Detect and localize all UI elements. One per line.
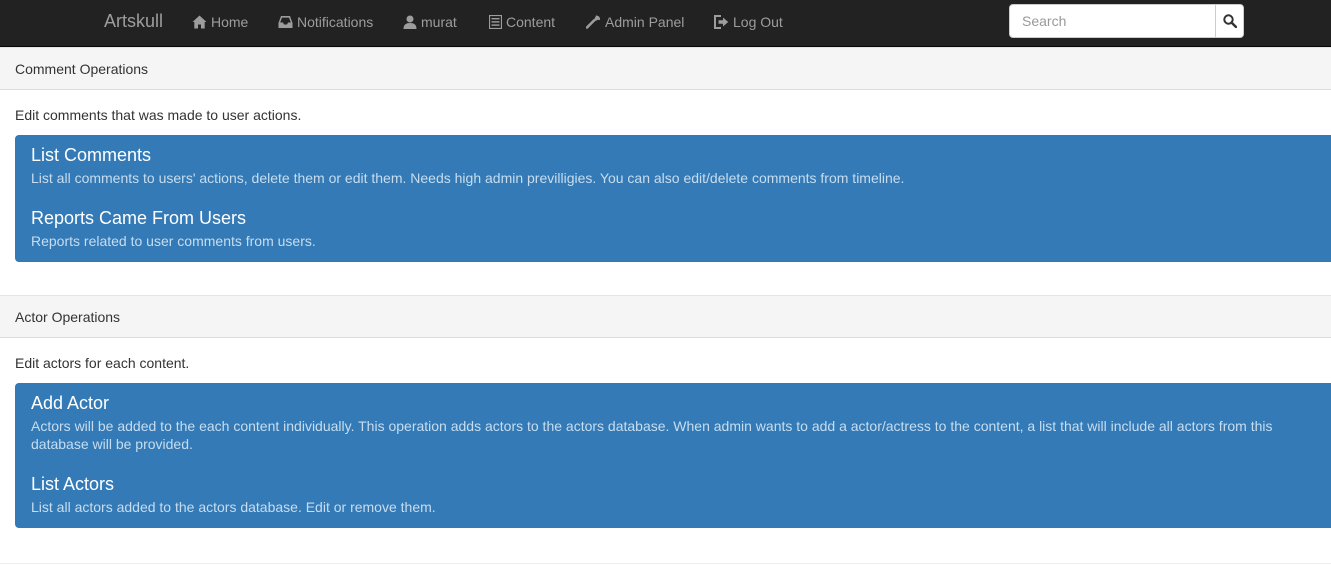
- reports-item[interactable]: Reports Came From Users Reports related …: [31, 208, 1311, 250]
- item-title: List Comments: [31, 145, 152, 165]
- nav-home-label: Home: [211, 14, 249, 30]
- list-comments-item[interactable]: List Comments List all comments to users…: [31, 145, 1311, 187]
- nav-log-out[interactable]: Log Out: [714, 13, 783, 31]
- search-icon: [1222, 14, 1237, 28]
- list-icon: [489, 15, 502, 29]
- item-text: Reports related to user comments from us…: [31, 233, 316, 249]
- item-text: List all actors added to the actors data…: [31, 499, 436, 515]
- actor-operations-panel: Actor Operations Edit actors for each co…: [0, 295, 1331, 563]
- nav-admin-panel-label: Admin Panel: [605, 14, 685, 30]
- actor-operations-list: Add Actor Actors will be added to the ea…: [15, 383, 1331, 528]
- add-actor-item[interactable]: Add Actor Actors will be added to the ea…: [31, 393, 1311, 453]
- nav-content[interactable]: Content: [489, 13, 555, 31]
- comment-operations-list: List Comments List all comments to users…: [15, 135, 1331, 262]
- item-text: List all comments to users' actions, del…: [31, 170, 905, 186]
- inbox-icon: [278, 16, 293, 28]
- nav-home[interactable]: Home: [192, 13, 248, 31]
- panel-description: Edit comments that was made to user acti…: [15, 107, 302, 123]
- nav-user-label: murat: [421, 14, 457, 30]
- search-input[interactable]: [1010, 5, 1215, 37]
- user-icon: [403, 15, 417, 29]
- item-title: Add Actor: [31, 393, 110, 413]
- search-form: [1009, 4, 1244, 38]
- home-icon: [192, 15, 207, 29]
- wrench-icon: [586, 15, 601, 29]
- search-button[interactable]: [1215, 5, 1243, 37]
- nav-log-out-label: Log Out: [733, 14, 783, 30]
- list-actors-item[interactable]: List Actors List all actors added to the…: [31, 474, 1311, 516]
- nav-notifications[interactable]: Notifications: [278, 13, 373, 31]
- comment-operations-panel: Comment Operations Edit comments that wa…: [0, 47, 1331, 297]
- brand-link[interactable]: Artskull: [104, 11, 163, 31]
- logout-icon: [714, 15, 729, 29]
- nav-admin-panel[interactable]: Admin Panel: [586, 13, 684, 31]
- item-text: Actors will be added to the each content…: [31, 418, 1273, 452]
- top-navbar: Artskull Home Notifications murat Conten…: [0, 0, 1331, 47]
- panel-description: Edit actors for each content.: [15, 355, 190, 371]
- bottom-divider: [0, 563, 1331, 564]
- panel-heading: Actor Operations: [0, 295, 1331, 338]
- item-title: Reports Came From Users: [31, 208, 247, 228]
- item-title: List Actors: [31, 474, 115, 494]
- panel-heading: Comment Operations: [0, 47, 1331, 90]
- nav-user[interactable]: murat: [403, 13, 457, 31]
- nav-content-label: Content: [506, 14, 556, 30]
- nav-notifications-label: Notifications: [297, 14, 374, 30]
